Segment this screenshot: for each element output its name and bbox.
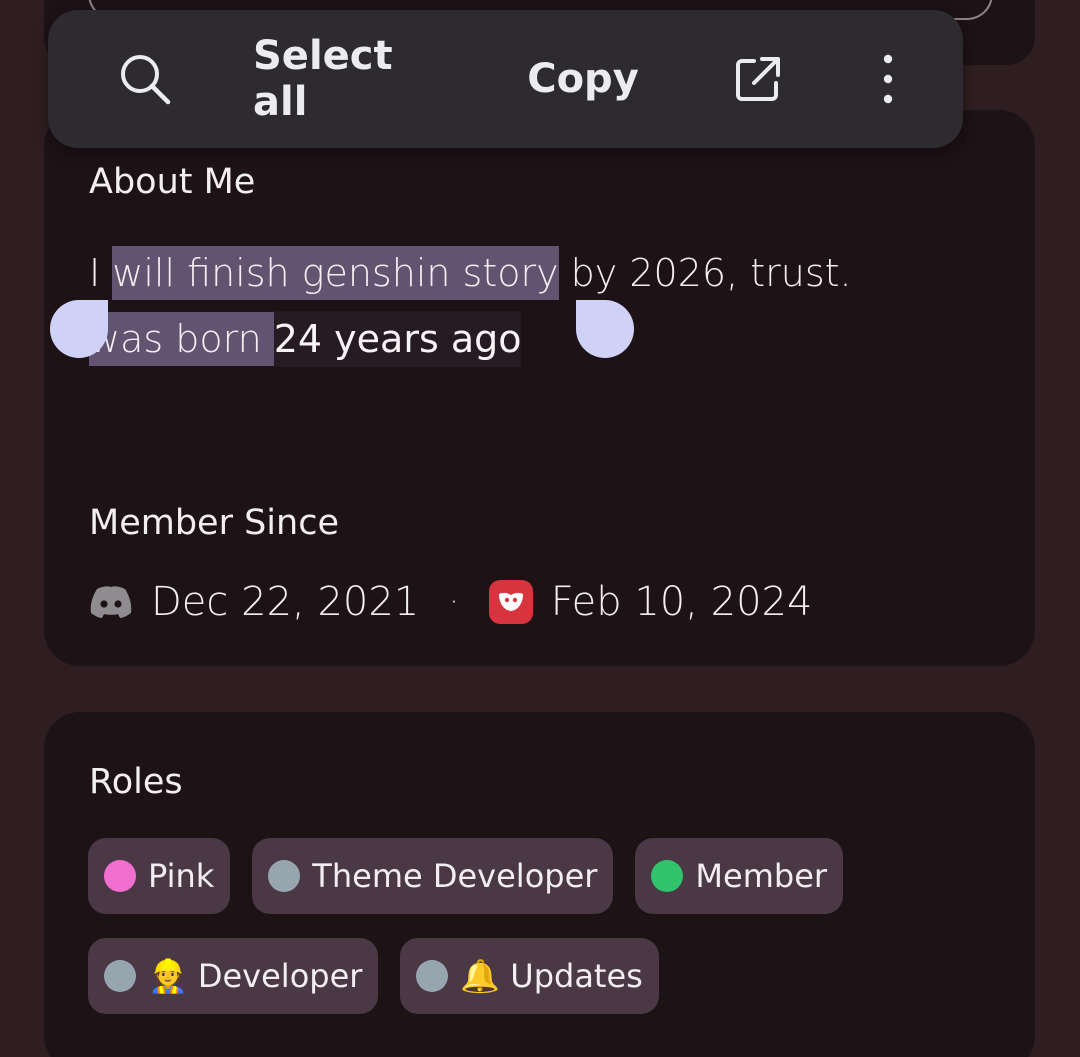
member-since-title: Member Since bbox=[89, 503, 339, 543]
text-selection-toolbar: Select all Copy bbox=[48, 10, 963, 148]
member-since-row: Dec 22, 2021 · Feb 10, 2024 bbox=[89, 572, 812, 632]
search-icon bbox=[121, 55, 171, 105]
role-label: Pink bbox=[148, 857, 215, 895]
role-label: Developer bbox=[197, 957, 363, 995]
more-options-button[interactable] bbox=[863, 10, 913, 148]
about-text[interactable]: I will finish genshin story by 2026, tru… bbox=[89, 240, 989, 372]
selected-text[interactable]: will finish genshin story bbox=[112, 246, 559, 300]
role-color-dot bbox=[651, 860, 684, 892]
copy-button[interactable]: Copy bbox=[518, 10, 648, 148]
role-chip-updates[interactable]: 🔔 Updates bbox=[400, 938, 659, 1014]
selection-handle-end[interactable] bbox=[576, 300, 634, 358]
open-external-icon bbox=[736, 57, 780, 101]
open-external-button[interactable] bbox=[723, 10, 793, 148]
role-color-dot bbox=[104, 860, 136, 892]
roles-card: Roles Pink Theme Developer Member 👷 Deve… bbox=[44, 712, 1035, 1057]
role-color-dot bbox=[268, 860, 301, 892]
app-member-date: Feb 10, 2024 bbox=[550, 579, 813, 625]
role-label: Theme Developer bbox=[312, 857, 598, 895]
profile-screen: About Me I will finish genshin story by … bbox=[0, 0, 1080, 1057]
more-vertical-icon bbox=[883, 54, 893, 104]
selection-handle-start[interactable] bbox=[50, 300, 108, 358]
bell-icon: 🔔 bbox=[460, 957, 501, 995]
about-text-line1-rest: by 2026, trust. bbox=[558, 251, 852, 295]
selected-text-line2[interactable]: was born bbox=[89, 312, 274, 366]
highlighted-text[interactable]: 24 years ago bbox=[273, 311, 522, 367]
role-label: Member bbox=[695, 857, 828, 895]
role-chip-theme-developer[interactable]: Theme Developer bbox=[252, 838, 614, 914]
role-color-dot bbox=[104, 960, 136, 992]
role-chip-developer[interactable]: 👷 Developer bbox=[88, 938, 379, 1014]
select-all-button[interactable]: Select all bbox=[253, 10, 458, 148]
role-chip-pink[interactable]: Pink bbox=[88, 838, 231, 914]
role-color-dot bbox=[416, 960, 449, 992]
app-logo-icon bbox=[488, 580, 533, 624]
about-title: About Me bbox=[89, 162, 256, 202]
roles-list: Pink Theme Developer Member 👷 Developer … bbox=[88, 838, 988, 1014]
about-card: About Me I will finish genshin story by … bbox=[44, 110, 1035, 666]
role-label: Updates bbox=[510, 957, 643, 995]
about-text-prefix: I bbox=[89, 251, 113, 295]
discord-icon bbox=[90, 586, 132, 618]
search-button[interactable] bbox=[110, 10, 180, 148]
construction-worker-icon: 👷 bbox=[148, 957, 188, 995]
role-chip-member[interactable]: Member bbox=[635, 838, 844, 914]
roles-title: Roles bbox=[89, 762, 183, 802]
date-separator: · bbox=[449, 584, 459, 620]
discord-member-date: Dec 22, 2021 bbox=[151, 579, 420, 625]
